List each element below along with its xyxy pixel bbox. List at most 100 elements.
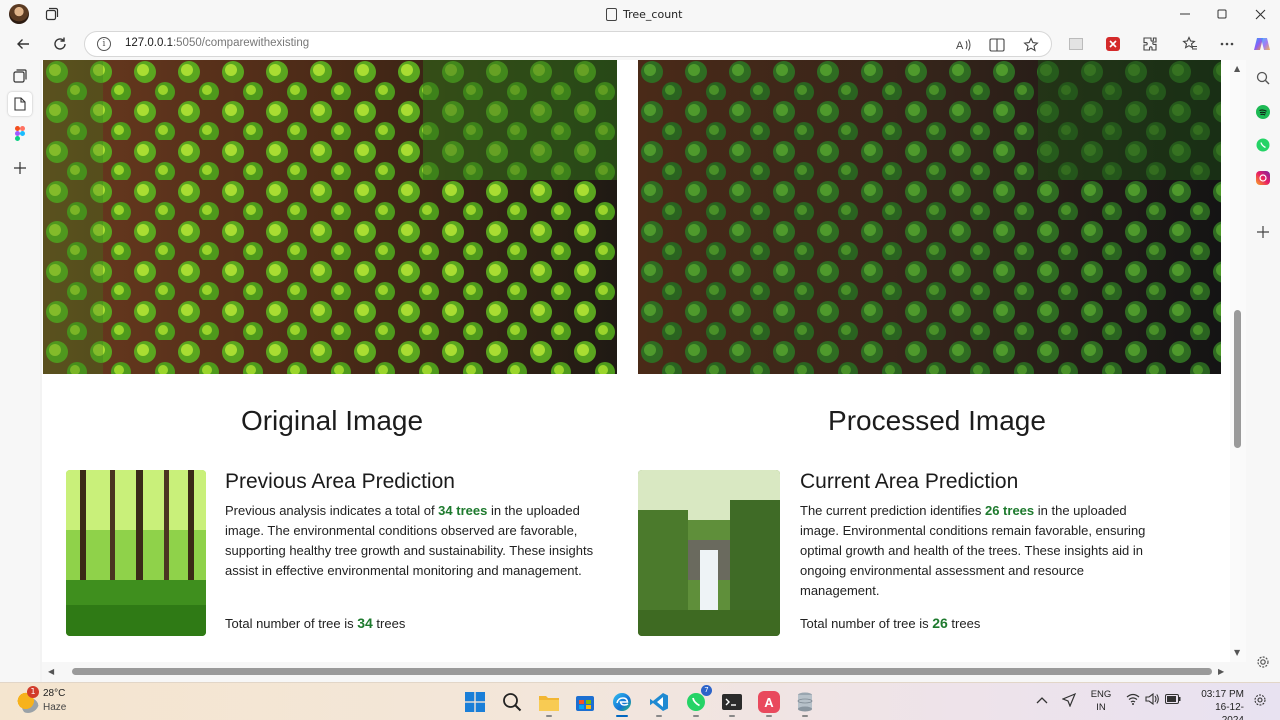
copilot-icon[interactable] bbox=[1250, 32, 1274, 56]
tab-actions-icon[interactable] bbox=[44, 6, 60, 22]
window-title: Tree_count bbox=[606, 6, 682, 22]
taskbar-search-icon[interactable] bbox=[498, 688, 526, 716]
previous-total: Total number of tree is 34 trees bbox=[225, 615, 405, 631]
current-text-start: The current prediction identifies bbox=[800, 503, 985, 518]
previous-text-start: Previous analysis indicates a total of bbox=[225, 503, 439, 518]
favorite-star-icon[interactable] bbox=[1022, 36, 1040, 54]
svg-text:A: A bbox=[956, 40, 964, 52]
input-language[interactable]: ENG IN bbox=[1088, 688, 1114, 714]
sidebar-add-icon[interactable] bbox=[1253, 222, 1273, 242]
current-total-value: 26 bbox=[932, 615, 948, 631]
whatsapp-sidebar-icon[interactable] bbox=[1253, 135, 1273, 155]
previous-total-value: 34 bbox=[357, 615, 373, 631]
page-icon bbox=[606, 7, 617, 21]
original-image bbox=[43, 60, 617, 374]
immersive-reader-icon[interactable] bbox=[988, 36, 1006, 54]
more-options-icon[interactable] bbox=[1215, 32, 1239, 56]
close-button[interactable] bbox=[1241, 0, 1279, 28]
weather-badge: 1 bbox=[27, 686, 39, 698]
notification-settings-icon[interactable] bbox=[1253, 693, 1267, 710]
show-hidden-icons-chevron-icon[interactable] bbox=[1036, 693, 1048, 707]
web-app-icon[interactable]: A bbox=[755, 688, 783, 717]
horizontal-scrollbar[interactable]: ◀ ▶ bbox=[42, 662, 1246, 682]
scroll-right-arrow-icon[interactable]: ▶ bbox=[1218, 667, 1224, 676]
page-content: Original Image Processed Image Previous … bbox=[42, 60, 1230, 662]
whatsapp-running-indicator bbox=[693, 715, 699, 717]
forest-thumbnail bbox=[66, 470, 206, 636]
vscode-running-indicator bbox=[656, 715, 662, 717]
vertical-scrollbar[interactable]: ▲ ▼ bbox=[1230, 60, 1246, 662]
current-prediction-title: Current Area Prediction bbox=[800, 470, 1019, 493]
current-total: Total number of tree is 26 trees bbox=[800, 615, 980, 631]
window-title-text: Tree_count bbox=[623, 7, 683, 21]
previous-prediction-title: Previous Area Prediction bbox=[225, 470, 455, 493]
whatsapp-taskbar-icon[interactable]: 7 bbox=[682, 685, 712, 717]
maximize-button[interactable] bbox=[1203, 0, 1241, 28]
tab-actions-menu-icon[interactable] bbox=[8, 64, 32, 88]
clock-time: 03:17 PM bbox=[1201, 689, 1244, 700]
vertical-scroll-thumb[interactable] bbox=[1234, 310, 1241, 448]
extension-red-icon[interactable] bbox=[1101, 32, 1125, 56]
web-app-running-indicator bbox=[766, 715, 772, 717]
battery-icon[interactable] bbox=[1165, 693, 1181, 707]
extensions-icon[interactable] bbox=[1138, 32, 1162, 56]
url-path: :5050/comparewithexisting bbox=[172, 37, 310, 49]
previous-total-label: Total number of tree is bbox=[225, 616, 358, 631]
split-screen-icon[interactable] bbox=[1064, 32, 1088, 56]
scroll-up-arrow-icon[interactable]: ▲ bbox=[1234, 64, 1240, 73]
back-icon[interactable] bbox=[11, 32, 35, 56]
file-explorer-icon[interactable] bbox=[535, 688, 563, 717]
title-bar: Tree_count bbox=[0, 0, 1280, 28]
database-running-indicator bbox=[802, 715, 808, 717]
address-bar[interactable]: i 127.0.0.1:5050/comparewithexisting A bbox=[84, 31, 1052, 57]
whatsapp-unread-badge: 7 bbox=[701, 685, 712, 696]
scroll-down-arrow-icon[interactable]: ▼ bbox=[1234, 648, 1240, 657]
refresh-icon[interactable] bbox=[48, 32, 72, 56]
edge-browser-icon[interactable] bbox=[608, 688, 636, 717]
sidebar-settings-icon[interactable] bbox=[1253, 652, 1273, 672]
volume-icon[interactable] bbox=[1145, 692, 1159, 708]
scroll-left-arrow-icon[interactable]: ◀ bbox=[48, 667, 54, 676]
profile-avatar[interactable] bbox=[9, 4, 29, 24]
tab-figma-icon[interactable] bbox=[8, 121, 32, 145]
new-tab-icon[interactable] bbox=[8, 156, 32, 180]
url-text[interactable]: 127.0.0.1:5050/comparewithexisting bbox=[125, 37, 309, 49]
instagram-icon[interactable] bbox=[1253, 168, 1273, 188]
system-clock[interactable]: 03:17 PM 16-12-2024 bbox=[1196, 688, 1244, 720]
database-app-icon[interactable] bbox=[791, 688, 819, 717]
original-image-heading: Original Image bbox=[240, 405, 424, 436]
site-info-icon[interactable]: i bbox=[97, 37, 111, 51]
svg-text:A: A bbox=[764, 695, 774, 710]
edge-active-indicator bbox=[616, 715, 628, 717]
clock-date: 16-12-2024 bbox=[1215, 702, 1244, 720]
tab-tree-count[interactable] bbox=[8, 92, 32, 116]
previous-total-unit: trees bbox=[372, 616, 406, 631]
waterfall-thumbnail bbox=[638, 470, 780, 636]
minimize-button[interactable] bbox=[1166, 0, 1204, 28]
favorites-icon[interactable] bbox=[1178, 32, 1202, 56]
edge-sidebar bbox=[1246, 60, 1280, 682]
weather-temperature[interactable]: 28°C bbox=[43, 688, 65, 699]
wifi-icon[interactable] bbox=[1126, 693, 1140, 708]
previous-prediction-text: Previous analysis indicates a total of 3… bbox=[225, 501, 595, 581]
processed-image-heading: Processed Image bbox=[828, 405, 1046, 436]
current-prediction-text: The current prediction identifies 26 tre… bbox=[800, 501, 1165, 601]
terminal-icon[interactable] bbox=[718, 688, 746, 717]
start-button-icon[interactable] bbox=[461, 688, 489, 716]
weather-description[interactable]: Haze bbox=[43, 702, 66, 713]
read-aloud-icon[interactable]: A bbox=[955, 36, 973, 54]
horizontal-scroll-thumb[interactable] bbox=[72, 668, 1212, 675]
microsoft-store-icon[interactable] bbox=[571, 688, 599, 716]
previous-tree-count: 34 trees bbox=[438, 503, 488, 518]
sidebar-search-icon[interactable] bbox=[1253, 68, 1273, 88]
vertical-tab-strip bbox=[0, 60, 40, 682]
current-total-unit: trees bbox=[947, 616, 981, 631]
spotify-icon[interactable] bbox=[1253, 102, 1273, 122]
current-tree-count: 26 trees bbox=[984, 503, 1035, 518]
navigation-bar: i 127.0.0.1:5050/comparewithexisting A bbox=[0, 28, 1280, 60]
processed-image bbox=[638, 60, 1221, 374]
input-language-code: ENG bbox=[1090, 689, 1112, 700]
vscode-icon[interactable] bbox=[645, 688, 673, 717]
location-arrow-icon[interactable] bbox=[1061, 692, 1077, 710]
file-explorer-running-indicator bbox=[546, 715, 552, 717]
